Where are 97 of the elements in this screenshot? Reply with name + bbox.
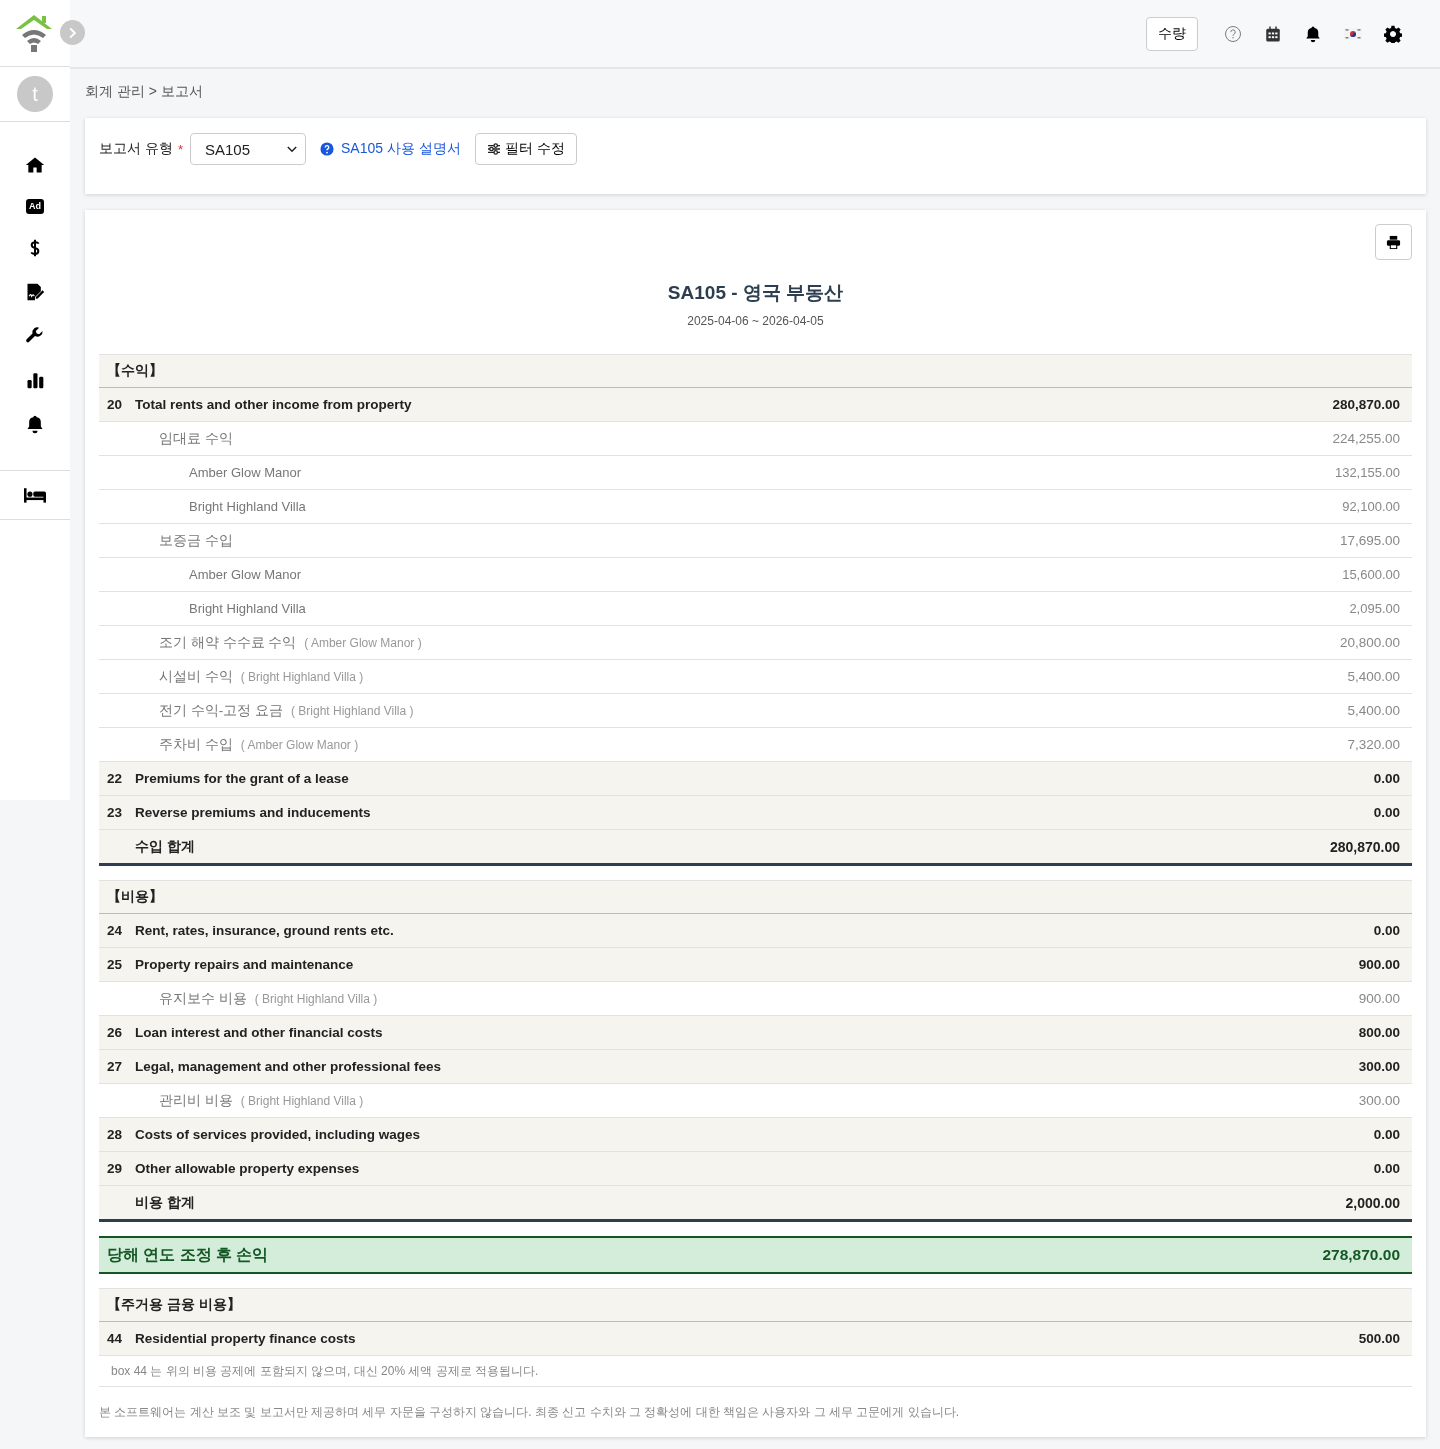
row-amount: 800.00 xyxy=(1358,1025,1400,1040)
total-amount: 280,870.00 xyxy=(1329,838,1400,855)
section-heading: 【주거용 금융 비용】 xyxy=(107,1296,241,1314)
row-label: Other allowable property expenses xyxy=(135,1161,360,1176)
total-amount: 2,000.00 xyxy=(1345,1194,1400,1211)
row-amount: 300.00 xyxy=(1358,1059,1400,1074)
caret-icon xyxy=(286,145,297,153)
property-name: ( Bright Highland Villa ) xyxy=(240,1093,364,1108)
row-amount: 0.00 xyxy=(1373,1161,1400,1176)
row-amount: 0.00 xyxy=(1373,771,1400,786)
row-amount: 15,600.00 xyxy=(1342,567,1400,582)
row-label: Total rents and other income from property xyxy=(135,397,412,412)
row-label: Bright Highland Villa xyxy=(189,499,306,514)
row-label: 임대료 수익 xyxy=(159,429,233,448)
row-amount: 20,800.00 xyxy=(1339,635,1400,650)
row-amount: 500.00 xyxy=(1358,1331,1400,1346)
box-number: 20 xyxy=(107,397,124,412)
row-amount: 280,870.00 xyxy=(1332,397,1400,412)
box-number: 28 xyxy=(107,1127,124,1142)
row-label: Amber Glow Manor xyxy=(189,567,301,582)
sliders-icon xyxy=(486,143,501,155)
row-label: Bright Highland Villa xyxy=(189,601,306,616)
row-amount: 7,320.00 xyxy=(1347,737,1400,752)
property-name: ( Amber Glow Manor ) xyxy=(304,635,422,650)
bell-icon[interactable] xyxy=(25,414,45,434)
row-amount: 0.00 xyxy=(1373,805,1400,820)
chevron-right-icon xyxy=(69,26,76,39)
row-amount: 224,255.00 xyxy=(1332,431,1400,446)
row-label: Costs of services provided, including wages xyxy=(135,1127,421,1142)
row-label: 보증금 수입 xyxy=(159,531,233,550)
result-label: 당해 연도 조정 후 손익 xyxy=(107,1244,269,1265)
box-number: 44 xyxy=(107,1331,124,1346)
section-heading: 【수익】 xyxy=(107,362,163,380)
edit-filter-button[interactable]: 필터 수정 xyxy=(474,133,577,165)
report-type-select[interactable]: SA105 xyxy=(189,133,306,165)
row-label: Reverse premiums and inducements xyxy=(135,805,371,820)
guide-link[interactable]: SA105 사용 설명서 xyxy=(340,140,461,158)
row-amount: 5,400.00 xyxy=(1347,669,1400,684)
row-label: 전기 수익-고정 요금 xyxy=(159,701,283,720)
row-label: Legal, management and other professional fees xyxy=(135,1059,442,1074)
row-amount: 5,400.00 xyxy=(1347,703,1400,718)
box-number: 24 xyxy=(107,923,124,938)
result-amount: 278,870.00 xyxy=(1322,1246,1400,1264)
row-label: 관리비 비용 xyxy=(159,1091,233,1110)
row-amount: 900.00 xyxy=(1358,957,1400,972)
row-label: Premiums for the grant of a lease xyxy=(135,771,349,786)
row-label: 유지보수 비용 xyxy=(159,989,247,1008)
report-period: 2025-04-06 ~ 2026-04-05 xyxy=(686,314,825,328)
signature-icon[interactable] xyxy=(25,282,45,302)
field-label: 보고서 유형 xyxy=(99,140,173,158)
box-number: 27 xyxy=(107,1059,124,1074)
help-icon xyxy=(319,142,334,156)
row-amount: 0.00 xyxy=(1373,923,1400,938)
bar-chart-icon[interactable] xyxy=(25,370,45,390)
row-label: Residential property finance costs xyxy=(135,1331,356,1346)
row-label: Property repairs and maintenance xyxy=(135,957,354,972)
quantity-button[interactable]: 수량 xyxy=(1146,16,1198,51)
row-amount: 92,100.00 xyxy=(1342,499,1400,514)
row-label: 시설비 수익 xyxy=(159,667,233,686)
ad-badge[interactable]: Ad xyxy=(26,199,44,214)
logo-icon[interactable] xyxy=(14,13,54,53)
help-icon[interactable] xyxy=(1224,24,1242,43)
row-label: Rent, rates, insurance, ground rents etc. xyxy=(135,923,394,938)
property-name: ( Bright Highland Villa ) xyxy=(240,669,364,684)
row-amount: 132,155.00 xyxy=(1334,465,1400,480)
note-text: box 44 는 위의 비용 공제에 포함되지 않으며, 대신 20% 세액 공제로 적용됩니다. xyxy=(111,1362,539,1380)
property-name: ( Amber Glow Manor ) xyxy=(240,737,359,752)
calendar-icon[interactable] xyxy=(1264,24,1282,43)
box-number: 22 xyxy=(107,771,124,786)
row-amount: 900.00 xyxy=(1358,991,1400,1006)
total-label: 비용 합계 xyxy=(135,1193,195,1212)
row-label: Loan interest and other financial costs xyxy=(135,1025,383,1040)
property-name: ( Bright Highland Villa ) xyxy=(291,703,414,718)
total-label: 수입 합계 xyxy=(135,837,195,856)
row-label: 주차비 수입 xyxy=(159,735,233,754)
home-icon[interactable] xyxy=(25,155,45,175)
row-amount: 300.00 xyxy=(1358,1093,1400,1108)
row-amount: 0.00 xyxy=(1373,1127,1400,1142)
section-heading: 【비용】 xyxy=(107,888,163,906)
print-button[interactable] xyxy=(1375,224,1412,260)
row-amount: 2,095.00 xyxy=(1349,601,1400,616)
notification-icon[interactable] xyxy=(1304,24,1322,43)
printer-icon xyxy=(1386,234,1401,250)
property-name: ( Bright Highland Villa ) xyxy=(254,991,378,1006)
row-label: 조기 해약 수수료 수익 xyxy=(159,633,297,652)
required-mark: * xyxy=(177,141,183,157)
row-label: Amber Glow Manor xyxy=(189,465,301,480)
box-number: 23 xyxy=(107,805,124,820)
box-number: 29 xyxy=(107,1161,124,1176)
box-number: 26 xyxy=(107,1025,124,1040)
disclaimer-text: 본 소프트웨어는 계산 보조 및 보고서만 제공하며 세무 자문을 구성하지 않습니다. 최종 신고 수치와 그 정확성에 대한 책임은 사용자와 그 세무 고문에게 있습니다. xyxy=(99,1404,960,1421)
row-amount: 17,695.00 xyxy=(1339,533,1400,548)
settings-icon[interactable] xyxy=(1384,24,1402,43)
breadcrumb: 회계 관리 > 보고서 xyxy=(85,83,204,101)
bed-icon[interactable] xyxy=(24,487,46,503)
report-title: SA105 - 영국 부동산 xyxy=(666,281,845,305)
box-number: 25 xyxy=(107,957,124,972)
